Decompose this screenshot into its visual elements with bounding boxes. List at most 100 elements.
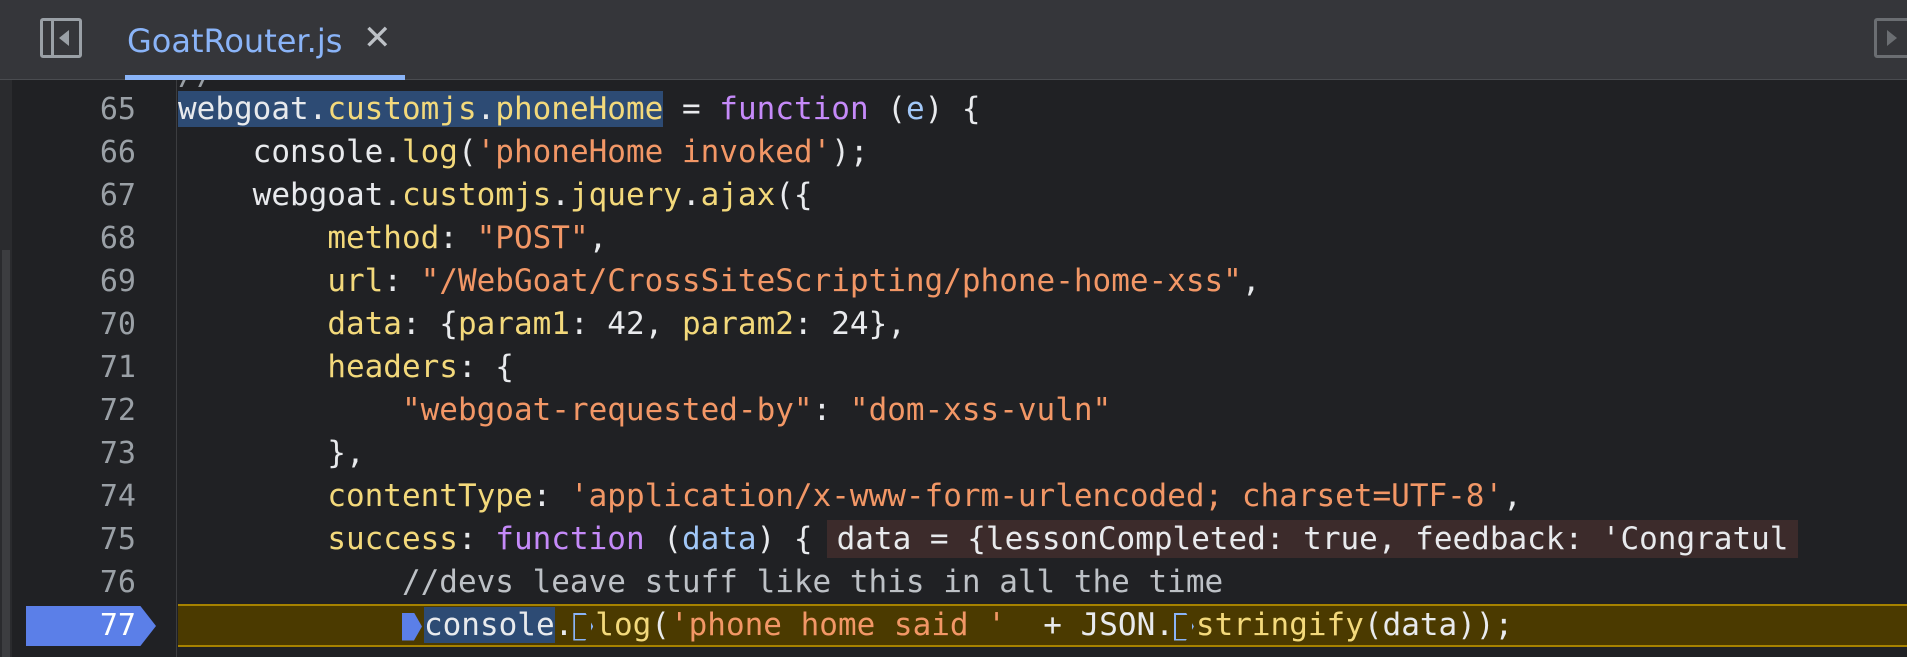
token: webgoat.: [178, 177, 402, 213]
token: ,: [1503, 478, 1522, 514]
token: customjs: [327, 91, 477, 127]
token: e: [905, 91, 925, 127]
code-line-71[interactable]: headers: {: [178, 346, 1907, 389]
token: "POST": [476, 220, 589, 256]
token: (data));: [1363, 607, 1514, 643]
inline-variable-value[interactable]: data = {lessonCompleted: true, feedback:…: [826, 520, 1799, 558]
token: ,: [1241, 263, 1261, 299]
line-number[interactable]: 71: [24, 346, 136, 389]
token: function: [495, 521, 645, 557]
token: :: [532, 478, 570, 514]
token: : 42,: [569, 306, 682, 342]
token: :: [812, 392, 850, 428]
token: method: [327, 220, 440, 256]
token: .: [551, 177, 570, 213]
code-line-67[interactable]: webgoat.customjs.jquery.ajax({: [178, 174, 1907, 217]
token: param2: [681, 306, 794, 342]
token: "webgoat-requested-by": [401, 392, 813, 428]
token: log: [401, 134, 458, 170]
token: : {: [457, 349, 514, 385]
token: : 24},: [793, 306, 906, 342]
code-line-66[interactable]: console.log('phoneHome invoked');: [178, 131, 1907, 174]
code-line-75[interactable]: success: function (data) {data = {lesson…: [178, 518, 1907, 561]
token: },: [178, 435, 365, 471]
token: ({: [775, 177, 813, 213]
token: "dom-xss-vuln": [849, 392, 1112, 428]
token: ,: [588, 220, 608, 256]
line-number-active[interactable]: 77: [24, 604, 136, 647]
token: :: [457, 521, 496, 557]
token: url: [327, 263, 384, 299]
token: param1: [457, 306, 570, 342]
inline-breakpoint-icon[interactable]: [1173, 612, 1194, 641]
token: .: [681, 177, 701, 213]
code-line-70[interactable]: data: {param1: 42, param2: 24},: [178, 303, 1907, 346]
close-icon[interactable]: ✕: [363, 20, 392, 56]
token: jquery: [569, 177, 682, 213]
code-line-65[interactable]: webgoat.customjs.phoneHome = function (e…: [178, 88, 1907, 131]
token: ) {: [756, 521, 813, 557]
token: 'phone home said ': [669, 607, 1006, 643]
scrollbar-thumb[interactable]: [2, 250, 10, 657]
token: phoneHome: [495, 91, 664, 127]
code-line-74[interactable]: contentType: 'application/x-www-form-url…: [178, 475, 1907, 518]
token: (: [457, 134, 477, 170]
line-number[interactable]: 76: [24, 561, 136, 604]
editor-tabbar: GoatRouter.js ✕: [0, 0, 1907, 80]
tab-goatrouter[interactable]: GoatRouter.js ✕: [125, 0, 405, 80]
token: .: [476, 91, 496, 127]
token: : {: [401, 306, 458, 342]
token: headers: [327, 349, 458, 385]
line-number[interactable]: 73: [24, 432, 136, 475]
code-line-68[interactable]: method: "POST",: [178, 217, 1907, 260]
token: console.: [178, 134, 402, 170]
tab-label[interactable]: GoatRouter.js: [127, 22, 342, 60]
token: 'application/x-www-form-urlencoded; char…: [569, 478, 1504, 514]
code-line-77[interactable]: console. log('phone home said ' + JSON. st…: [178, 604, 1907, 647]
code-line-73[interactable]: },: [178, 432, 1907, 475]
token: =: [663, 91, 720, 127]
token: :: [383, 263, 421, 299]
token: contentType: [327, 478, 533, 514]
token: ) {: [924, 91, 981, 127]
line-number-gutter[interactable]: 65 66 67 68 69 70 71 72 73 74 75 76 77: [12, 80, 177, 657]
token: ajax: [700, 177, 776, 213]
code-line-72[interactable]: "webgoat-requested-by": "dom-xss-vuln": [178, 389, 1907, 432]
token: function: [719, 91, 869, 127]
line-number[interactable]: 67: [24, 174, 136, 217]
line-number[interactable]: 65: [24, 88, 136, 131]
inline-breakpoint-active-icon[interactable]: [401, 612, 422, 641]
line-number[interactable]: 72: [24, 389, 136, 432]
line-number[interactable]: 74: [24, 475, 136, 518]
line-number[interactable]: 66: [24, 131, 136, 174]
token: console: [423, 607, 555, 643]
toggle-navigator-icon[interactable]: [40, 18, 82, 58]
token: data: [681, 521, 757, 557]
token: log: [595, 607, 652, 643]
token: (: [651, 607, 670, 643]
token: + JSON.: [1005, 607, 1174, 643]
token: success: [327, 521, 458, 557]
line-number[interactable]: 70: [24, 303, 136, 346]
code-editor[interactable]: // webgoat.customjs.phoneHome = function…: [178, 80, 1907, 657]
token: data: [327, 306, 402, 342]
line-number[interactable]: 69: [24, 260, 136, 303]
token: (: [868, 91, 906, 127]
inline-breakpoint-icon[interactable]: [573, 612, 594, 641]
comment: //devs leave stuff like this in all the …: [178, 564, 1224, 600]
line-number[interactable]: 75: [24, 518, 136, 561]
code-line-69[interactable]: url: "/WebGoat/CrossSiteScripting/phone-…: [178, 260, 1907, 303]
token: 'phoneHome invoked': [476, 134, 832, 170]
line-number[interactable]: 68: [24, 217, 136, 260]
partial-line: //: [178, 80, 215, 92]
code-line-76[interactable]: //devs leave stuff like this in all the …: [178, 561, 1907, 604]
toggle-debugger-icon[interactable]: [1874, 18, 1907, 58]
